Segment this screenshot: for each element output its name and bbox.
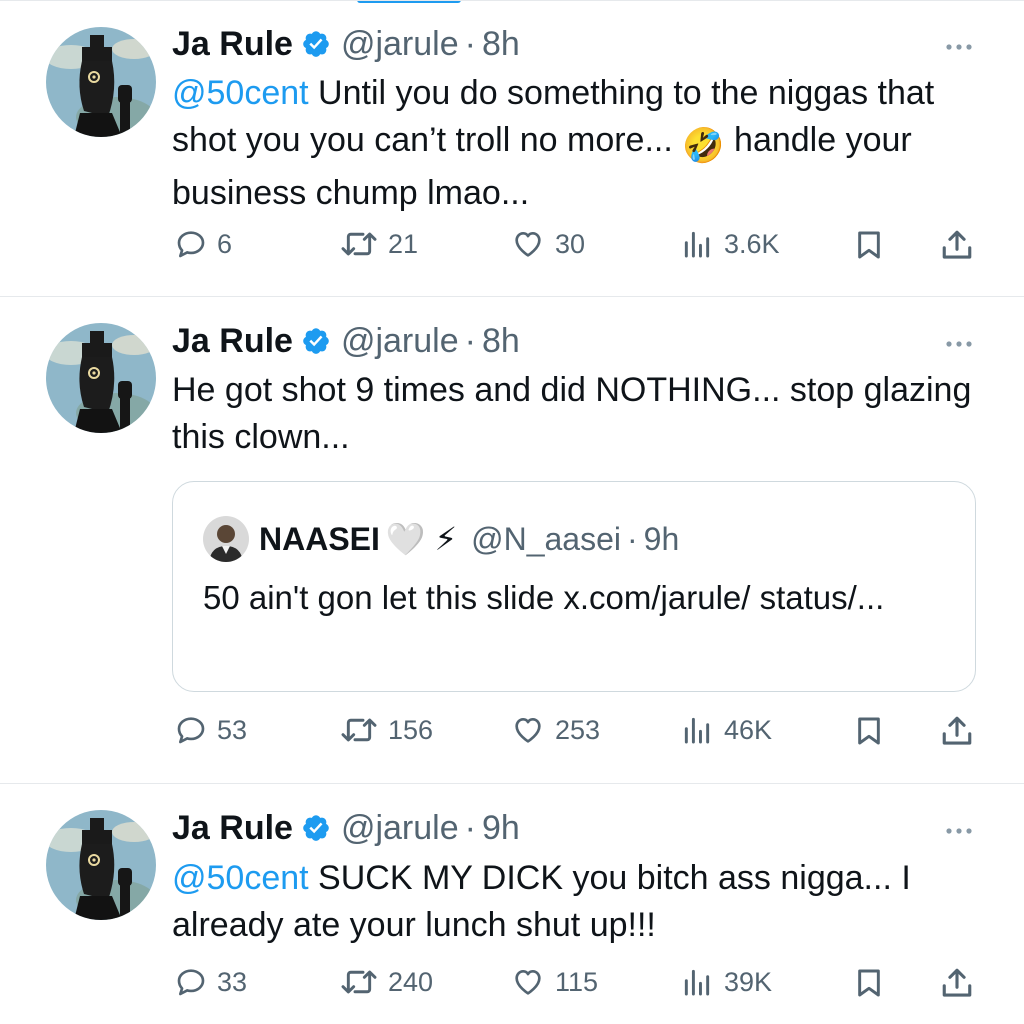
reply-count: 53	[217, 714, 248, 745]
views-button[interactable]: 39K	[680, 966, 772, 998]
author-name[interactable]: Ja Rule	[172, 24, 293, 64]
bookmark-icon	[853, 966, 885, 1000]
views-icon	[680, 228, 714, 260]
views-icon	[680, 714, 714, 746]
more-icon[interactable]	[944, 336, 974, 346]
views-count: 46K	[724, 714, 773, 745]
verified-badge-icon	[301, 813, 331, 843]
action-bar: 33 240 115 39K	[0, 966, 1024, 1006]
tweet-header: Ja Rule @jarule · 9h	[172, 808, 520, 848]
avatar[interactable]	[46, 810, 156, 920]
action-bar: 6 21 30 3.6K	[0, 228, 1024, 268]
tweet-text: @50cent SUCK MY DICK you bitch ass nigga…	[172, 855, 972, 949]
share-button[interactable]	[940, 966, 974, 1000]
bookmark-button[interactable]	[853, 966, 885, 1000]
views-button[interactable]: 46K	[680, 714, 772, 746]
like-icon	[511, 714, 545, 746]
tweet-header: Ja Rule @jarule · 8h	[172, 321, 520, 361]
separator-dot: ·	[464, 25, 476, 63]
separator-dot: ·	[464, 809, 476, 847]
quoted-avatar	[203, 516, 249, 562]
divider	[0, 296, 1024, 297]
repost-count: 156	[388, 714, 434, 745]
share-button[interactable]	[940, 228, 974, 262]
quoted-tweet-header: NAASEI 🤍 ⚡ @N_aasei · 9h	[203, 516, 679, 562]
reply-button[interactable]: 53	[175, 714, 247, 746]
tweet-text: @50cent Until you do something to the ni…	[172, 70, 972, 217]
like-icon	[511, 228, 545, 260]
repost-count: 240	[388, 966, 434, 997]
reply-icon	[175, 966, 207, 998]
author-name[interactable]: Ja Rule	[172, 321, 293, 361]
share-button[interactable]	[940, 714, 974, 748]
author-handle[interactable]: @jarule	[341, 321, 459, 361]
reply-button[interactable]: 6	[175, 228, 232, 260]
author-name[interactable]: Ja Rule	[172, 808, 293, 848]
verified-badge-icon	[301, 29, 331, 59]
quoted-tweet[interactable]: NAASEI 🤍 ⚡ @N_aasei · 9h 50 ain't gon le…	[172, 481, 976, 692]
separator-dot: ·	[627, 521, 638, 557]
share-icon	[940, 966, 974, 1000]
author-handle[interactable]: @jarule	[341, 24, 459, 64]
reply-count: 6	[217, 228, 233, 259]
avatar[interactable]	[46, 27, 156, 137]
repost-icon	[340, 966, 378, 998]
bookmark-button[interactable]	[853, 714, 885, 748]
like-count: 253	[555, 714, 601, 745]
views-count: 3.6K	[724, 228, 780, 259]
reply-button[interactable]: 33	[175, 966, 247, 998]
views-icon	[680, 966, 714, 998]
quoted-author-emojis: 🤍 ⚡	[385, 521, 458, 557]
repost-count: 21	[388, 228, 419, 259]
like-button[interactable]: 253	[511, 714, 600, 746]
verified-badge-icon	[301, 326, 331, 356]
tweet-header: Ja Rule @jarule · 8h	[172, 24, 520, 64]
action-bar: 53 156 253 46K	[0, 714, 1024, 754]
like-button[interactable]: 30	[511, 228, 585, 260]
views-count: 39K	[724, 966, 773, 997]
reply-icon	[175, 714, 207, 746]
divider	[0, 783, 1024, 784]
like-count: 30	[555, 228, 586, 259]
bookmark-icon	[853, 714, 885, 748]
like-count: 115	[555, 966, 599, 997]
reply-count: 33	[217, 966, 248, 997]
share-icon	[940, 228, 974, 262]
reply-icon	[175, 228, 207, 260]
quoted-author-name: NAASEI	[259, 521, 380, 557]
mention-link[interactable]: @50cent	[172, 74, 309, 112]
timestamp[interactable]: 8h	[482, 321, 520, 361]
tweet-text: He got shot 9 times and did NOTHING... s…	[172, 371, 972, 456]
like-icon	[511, 966, 545, 998]
share-icon	[940, 714, 974, 748]
quoted-tweet-text: 50 ain't gon let this slide x.com/jarule…	[203, 579, 885, 616]
separator-dot: ·	[464, 322, 476, 360]
author-handle[interactable]: @jarule	[341, 808, 459, 848]
repost-button[interactable]: 156	[340, 714, 433, 746]
rofl-emoji: 🤣	[682, 127, 725, 165]
views-button[interactable]: 3.6K	[680, 228, 780, 260]
avatar[interactable]	[46, 323, 156, 433]
bookmark-button[interactable]	[853, 228, 885, 262]
repost-button[interactable]: 21	[340, 228, 418, 260]
repost-icon	[340, 714, 378, 746]
repost-button[interactable]: 240	[340, 966, 433, 998]
timestamp[interactable]: 8h	[482, 24, 520, 64]
more-icon[interactable]	[944, 39, 974, 49]
divider	[0, 0, 1024, 1]
bookmark-icon	[853, 228, 885, 262]
like-button[interactable]: 115	[511, 966, 598, 998]
more-icon[interactable]	[944, 823, 974, 833]
repost-icon	[340, 228, 378, 260]
quoted-timestamp: 9h	[643, 521, 680, 557]
quoted-author-handle: @N_aasei	[471, 521, 621, 557]
timestamp[interactable]: 9h	[482, 808, 520, 848]
mention-link[interactable]: @50cent	[172, 859, 309, 897]
